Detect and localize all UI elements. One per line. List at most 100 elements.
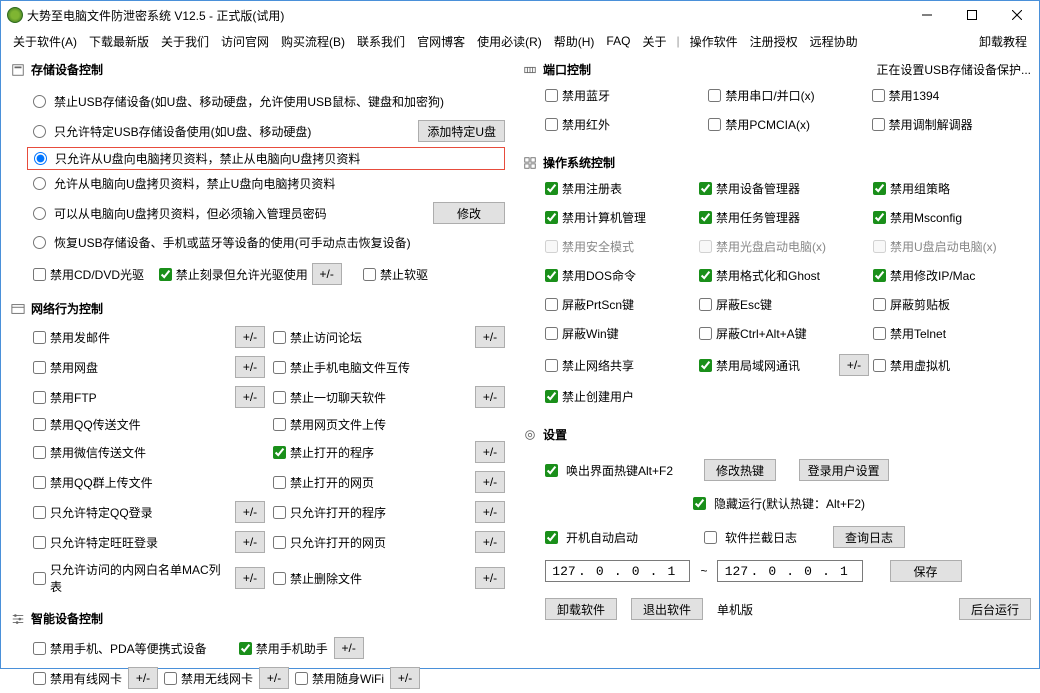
pm-allow-prog[interactable]: +/-	[475, 501, 505, 523]
chk-chat[interactable]	[273, 391, 286, 404]
radio-allow-specific-usb[interactable]	[33, 125, 46, 138]
chk-vm[interactable]	[873, 359, 886, 372]
menu-about-us[interactable]: 关于我们	[157, 31, 213, 52]
maximize-button[interactable]	[949, 1, 994, 29]
add-specific-usb-button[interactable]: 添加特定U盘	[418, 120, 505, 142]
pm-open-prog[interactable]: +/-	[475, 441, 505, 463]
uninstall-button[interactable]: 卸载软件	[545, 598, 617, 620]
chk-wireless[interactable]	[164, 672, 177, 685]
menu-blog[interactable]: 官网博客	[413, 31, 469, 52]
pm-mail[interactable]: +/-	[235, 326, 265, 348]
radio-pc-to-usb-only[interactable]	[33, 177, 46, 190]
chk-phone-pc[interactable]	[273, 361, 286, 374]
menu-about-software[interactable]: 关于软件(A)	[9, 31, 81, 52]
modify-pwd-button[interactable]: 修改	[433, 202, 505, 224]
radio-disable-usb[interactable]	[33, 95, 46, 108]
burn-pm-button[interactable]: +/-	[312, 263, 342, 285]
pm-wired[interactable]: +/-	[128, 667, 158, 689]
chk-blocklog[interactable]	[704, 531, 717, 544]
chk-devmgr[interactable]	[699, 182, 712, 195]
ip-to[interactable]: 127.0.0.1	[717, 560, 862, 582]
menu-about[interactable]: 关于	[638, 31, 670, 52]
chk-mail[interactable]	[33, 331, 46, 344]
ip-from[interactable]: 127.0.0.1	[545, 560, 690, 582]
chk-disable-burn[interactable]	[159, 268, 172, 281]
chk-open-prog[interactable]	[273, 446, 286, 459]
chk-pcmcia[interactable]	[708, 118, 721, 131]
pm-lan[interactable]: +/-	[839, 354, 869, 376]
pm-wifi[interactable]: +/-	[390, 667, 420, 689]
chk-hotkey[interactable]	[545, 464, 558, 477]
chk-wechat-send[interactable]	[33, 446, 46, 459]
menu-contact[interactable]: 联系我们	[353, 31, 409, 52]
chk-ww-login[interactable]	[33, 536, 46, 549]
menu-visit-site[interactable]: 访问官网	[217, 31, 273, 52]
chk-newuser[interactable]	[545, 390, 558, 403]
chk-lan[interactable]	[699, 359, 712, 372]
chk-qq-group[interactable]	[33, 476, 46, 489]
pm-del-file[interactable]: +/-	[475, 567, 505, 589]
chk-gpo[interactable]	[873, 182, 886, 195]
chk-serial[interactable]	[708, 89, 721, 102]
chk-disable-cd[interactable]	[33, 268, 46, 281]
query-log-button[interactable]: 查询日志	[833, 526, 905, 548]
menu-download[interactable]: 下载最新版	[85, 31, 153, 52]
pm-qq-login[interactable]: +/-	[235, 501, 265, 523]
chk-ipmac[interactable]	[873, 269, 886, 282]
chk-allow-prog[interactable]	[273, 506, 286, 519]
chk-web-upload[interactable]	[273, 418, 286, 431]
menu-uninstall-tutorial[interactable]: 卸载教程	[975, 31, 1031, 52]
chk-telnet[interactable]	[873, 327, 886, 340]
chk-del-file[interactable]	[273, 572, 286, 585]
chk-modem[interactable]	[872, 118, 885, 131]
chk-bt[interactable]	[545, 89, 558, 102]
chk-reg[interactable]	[545, 182, 558, 195]
pm-mac-list[interactable]: +/-	[235, 567, 265, 589]
pm-open-web[interactable]: +/-	[475, 471, 505, 493]
chk-autostart[interactable]	[545, 531, 558, 544]
chk-prtscn[interactable]	[545, 298, 558, 311]
close-button[interactable]	[994, 1, 1039, 29]
chk-ghost[interactable]	[699, 269, 712, 282]
menu-faq[interactable]: FAQ	[602, 32, 634, 50]
chk-clip[interactable]	[873, 298, 886, 311]
chk-ir[interactable]	[545, 118, 558, 131]
chk-open-web[interactable]	[273, 476, 286, 489]
chk-win[interactable]	[545, 327, 558, 340]
chk-netshare[interactable]	[545, 359, 558, 372]
menu-must-read[interactable]: 使用必读(R)	[473, 31, 546, 52]
chk-qq-send[interactable]	[33, 418, 46, 431]
pm-chat[interactable]: +/-	[475, 386, 505, 408]
menu-remote[interactable]: 远程协助	[806, 31, 862, 52]
menu-help[interactable]: 帮助(H)	[550, 31, 599, 52]
pm-allow-web[interactable]: +/-	[475, 531, 505, 553]
pm-ww-login[interactable]: +/-	[235, 531, 265, 553]
chk-1394[interactable]	[872, 89, 885, 102]
chk-wired[interactable]	[33, 672, 46, 685]
save-button[interactable]: 保存	[890, 560, 962, 582]
pm-netdisk[interactable]: +/-	[235, 356, 265, 378]
menu-operate[interactable]: 操作软件	[686, 31, 742, 52]
pm-ftp[interactable]: +/-	[235, 386, 265, 408]
chk-taskmgr[interactable]	[699, 211, 712, 224]
chk-pda[interactable]	[33, 642, 46, 655]
exit-button[interactable]: 退出软件	[631, 598, 703, 620]
pm-wireless[interactable]: +/-	[259, 667, 289, 689]
chk-qq-login[interactable]	[33, 506, 46, 519]
chk-msconfig[interactable]	[873, 211, 886, 224]
pm-forum[interactable]: +/-	[475, 326, 505, 348]
chk-allow-web[interactable]	[273, 536, 286, 549]
chk-hide-run[interactable]	[693, 497, 706, 510]
user-settings-button[interactable]: 登录用户设置	[799, 459, 889, 481]
chk-wifi[interactable]	[295, 672, 308, 685]
chk-disable-floppy[interactable]	[363, 268, 376, 281]
chk-netdisk[interactable]	[33, 361, 46, 374]
background-run-button[interactable]: 后台运行	[959, 598, 1031, 620]
chk-mac-list[interactable]	[33, 572, 46, 585]
radio-pc-to-usb-pwd[interactable]	[33, 207, 46, 220]
chk-forum[interactable]	[273, 331, 286, 344]
chk-dos[interactable]	[545, 269, 558, 282]
menu-buy[interactable]: 购买流程(B)	[277, 31, 349, 52]
menu-reg-auth[interactable]: 注册授权	[746, 31, 802, 52]
chk-ftp[interactable]	[33, 391, 46, 404]
